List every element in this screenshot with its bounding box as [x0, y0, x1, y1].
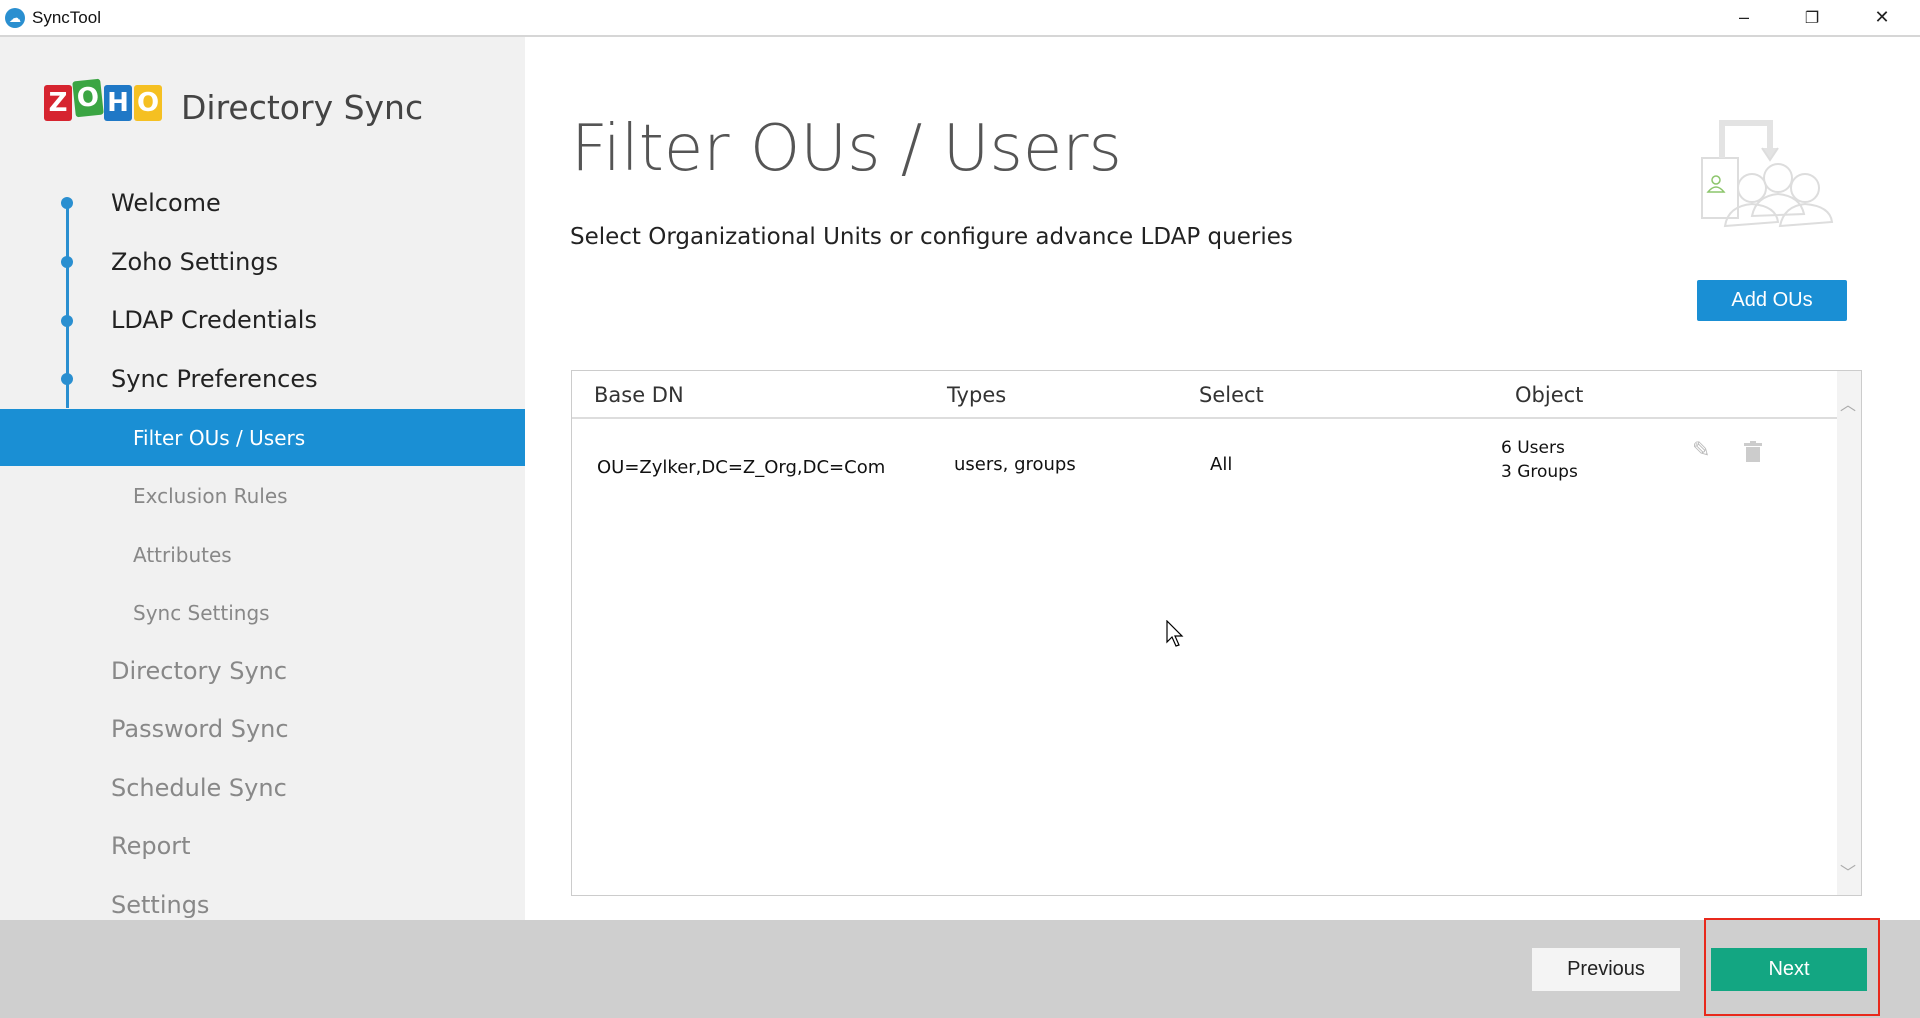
header-base-dn: Base DN: [594, 383, 684, 407]
header-types: Types: [947, 383, 1007, 407]
restore-button[interactable]: ❐: [1782, 0, 1842, 35]
next-button-highlight: [1704, 918, 1880, 1016]
step-dot: [61, 197, 73, 209]
step-dot: [61, 256, 73, 268]
nav-zoho-settings[interactable]: Zoho Settings: [111, 248, 278, 276]
page-title: Filter OUs / Users: [571, 112, 1122, 186]
nav-settings[interactable]: Settings: [111, 891, 209, 919]
cell-select: All: [1210, 454, 1233, 475]
cloud-icon: ☁: [5, 8, 25, 28]
nav-filter-ous-users[interactable]: Filter OUs / Users: [133, 426, 305, 450]
cell-object-users: 6 Users: [1501, 438, 1565, 458]
mouse-cursor-icon: [1166, 620, 1184, 647]
header-select: Select: [1199, 383, 1264, 407]
logo-letter: Z: [44, 85, 72, 121]
nav-welcome[interactable]: Welcome: [111, 189, 221, 217]
cell-types: users, groups: [954, 454, 1076, 475]
table-row[interactable]: OU=Zylker,DC=Z_Org,DC=Com users, groups …: [572, 421, 1838, 501]
previous-button[interactable]: Previous: [1532, 948, 1680, 991]
scroll-down-icon[interactable]: ﹀: [1840, 859, 1856, 883]
logo-letter: O: [134, 85, 162, 121]
logo-letter: O: [72, 78, 104, 118]
table-header: Base DN Types Select Object: [572, 371, 1838, 419]
trash-icon[interactable]: [1744, 441, 1762, 463]
vertical-scrollbar[interactable]: ︿ ﹀: [1837, 371, 1861, 895]
nav-exclusion-rules[interactable]: Exclusion Rules: [133, 484, 288, 508]
window-title: SyncTool: [32, 8, 101, 27]
step-dot: [61, 373, 73, 385]
header-object: Object: [1515, 383, 1584, 407]
scroll-up-icon[interactable]: ︿: [1840, 391, 1856, 415]
page-subtitle: Select Organizational Units or configure…: [570, 224, 1293, 250]
zoho-logo: Z O H O: [44, 78, 162, 121]
title-bar: ☁ SyncTool – ❐ ✕: [0, 0, 1920, 37]
nav-report[interactable]: Report: [111, 832, 191, 860]
nav-sync-settings[interactable]: Sync Settings: [133, 601, 270, 625]
minimize-button[interactable]: –: [1714, 0, 1774, 35]
nav-attributes[interactable]: Attributes: [133, 543, 232, 567]
nav-schedule-sync[interactable]: Schedule Sync: [111, 774, 287, 802]
nav-sync-preferences[interactable]: Sync Preferences: [111, 365, 318, 393]
logo-letter: H: [104, 85, 132, 121]
edit-pencil-icon[interactable]: ✎: [1692, 437, 1710, 463]
cell-base-dn: OU=Zylker,DC=Z_Org,DC=Com: [597, 457, 886, 478]
cell-object-groups: 3 Groups: [1501, 462, 1578, 482]
add-ous-button[interactable]: Add OUs: [1697, 280, 1847, 321]
step-dot: [61, 315, 73, 327]
close-button[interactable]: ✕: [1852, 0, 1912, 35]
ou-users-illustration-icon: [1701, 120, 1834, 228]
nav-directory-sync[interactable]: Directory Sync: [111, 657, 287, 685]
nav-ldap-credentials[interactable]: LDAP Credentials: [111, 306, 317, 334]
ou-table: Base DN Types Select Object OU=Zylker,DC…: [571, 370, 1862, 896]
product-name: Directory Sync: [181, 88, 424, 127]
nav-password-sync[interactable]: Password Sync: [111, 715, 289, 743]
